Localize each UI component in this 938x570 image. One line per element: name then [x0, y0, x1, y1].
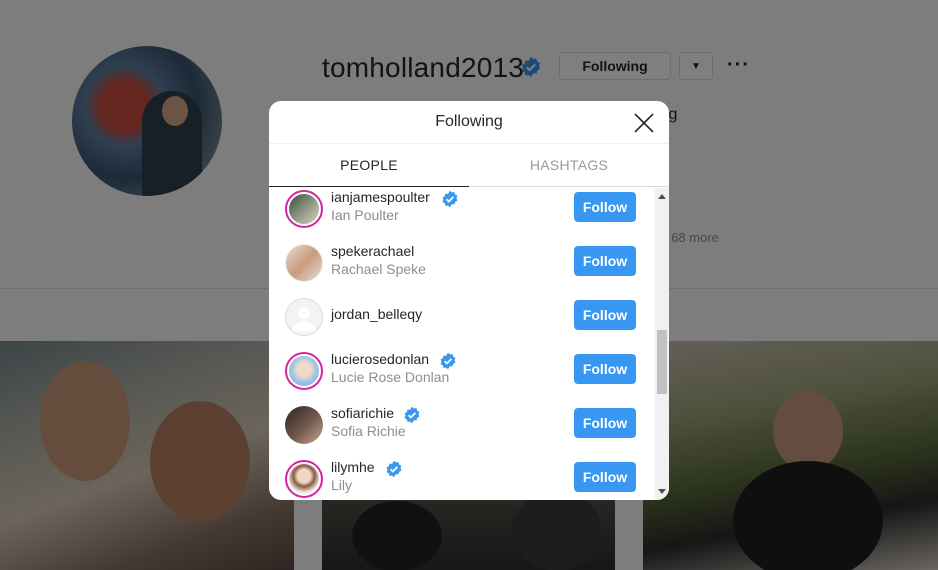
avatar[interactable] [285, 460, 323, 498]
tab-people[interactable]: PEOPLE [269, 144, 469, 187]
list-item: sofiarichie Sofia Richie Follow [269, 401, 655, 455]
verified-badge-icon [442, 190, 458, 208]
user-handle[interactable]: lilymhe [331, 459, 375, 475]
list-item: lucierosedonlan Lucie Rose Donlan Follow [269, 347, 655, 401]
follow-button[interactable]: Follow [574, 300, 636, 330]
avatar[interactable] [285, 244, 323, 282]
dialog-title: Following [435, 113, 503, 130]
avatar[interactable] [285, 406, 323, 444]
follow-button[interactable]: Follow [574, 246, 636, 276]
list-item: lilymhe Lily Follow [269, 455, 655, 500]
user-handle[interactable]: sofiarichie [331, 405, 394, 421]
user-handle[interactable]: lucierosedonlan [331, 351, 429, 367]
list-item: spekerachael Rachael Speke Follow [269, 239, 655, 293]
dialog-header: Following [269, 101, 669, 144]
scroll-thumb[interactable] [657, 330, 667, 394]
person-icon [292, 307, 316, 331]
avatar-placeholder-icon[interactable] [285, 298, 323, 336]
list-item: ianjamespoulter Ian Poulter Follow [269, 188, 655, 239]
follow-button[interactable]: Follow [574, 192, 636, 222]
user-fullname: Lucie Rose Donlan [331, 369, 450, 385]
follow-button[interactable]: Follow [574, 408, 636, 438]
follow-button[interactable]: Follow [574, 462, 636, 492]
following-list: ianjamespoulter Ian Poulter Follow speke… [269, 188, 655, 500]
user-fullname: Sofia Richie [331, 423, 406, 439]
user-handle[interactable]: ianjamespoulter [331, 189, 430, 205]
avatar[interactable] [285, 352, 323, 390]
list-item: jordan_belleqy Follow [269, 293, 655, 347]
dialog-tabs: PEOPLE HASHTAGS [269, 144, 669, 187]
user-handle[interactable]: spekerachael [331, 243, 414, 259]
avatar[interactable] [285, 190, 323, 228]
close-icon[interactable] [633, 112, 655, 134]
scroll-up-arrow-icon[interactable] [658, 194, 666, 199]
verified-badge-icon [404, 406, 420, 424]
user-fullname: Lily [331, 477, 353, 493]
scroll-down-arrow-icon[interactable] [658, 489, 666, 494]
user-fullname: Ian Poulter [331, 207, 399, 223]
following-dialog: Following PEOPLE HASHTAGS ianjamespoulte… [269, 101, 669, 500]
follow-button[interactable]: Follow [574, 354, 636, 384]
verified-badge-icon [440, 352, 456, 370]
scrollbar[interactable] [655, 188, 669, 500]
user-fullname: Rachael Speke [331, 261, 426, 277]
tab-hashtags[interactable]: HASHTAGS [469, 144, 669, 186]
user-handle[interactable]: jordan_belleqy [331, 306, 422, 322]
verified-badge-icon [386, 460, 402, 478]
